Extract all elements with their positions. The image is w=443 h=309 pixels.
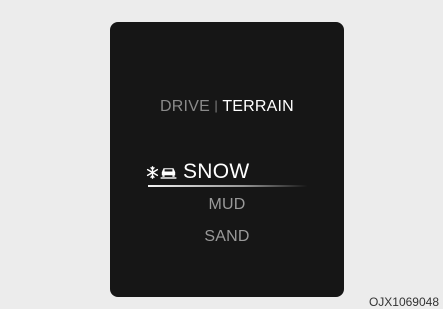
mode-separator: | bbox=[213, 99, 219, 114]
drive-mode-label: DRIVE bbox=[160, 98, 210, 115]
terrain-option-mud: MUD bbox=[110, 196, 344, 214]
drive-mode-header: DRIVE | TERRAIN bbox=[110, 98, 344, 116]
terrain-mode-display: DRIVE | TERRAIN SNOW MUD SAND bbox=[110, 22, 344, 297]
selected-terrain-row: SNOW bbox=[146, 160, 250, 184]
terrain-option-label: MUD bbox=[208, 196, 246, 213]
selection-underline bbox=[148, 185, 308, 187]
terrain-option-sand: SAND bbox=[110, 228, 344, 246]
snow-mode-icons bbox=[146, 165, 177, 179]
snowflake-icon bbox=[146, 165, 159, 179]
selected-terrain-label: SNOW bbox=[183, 160, 250, 183]
terrain-option-label: SAND bbox=[204, 228, 250, 245]
car-icon bbox=[160, 167, 177, 179]
terrain-mode-label: TERRAIN bbox=[222, 98, 294, 115]
